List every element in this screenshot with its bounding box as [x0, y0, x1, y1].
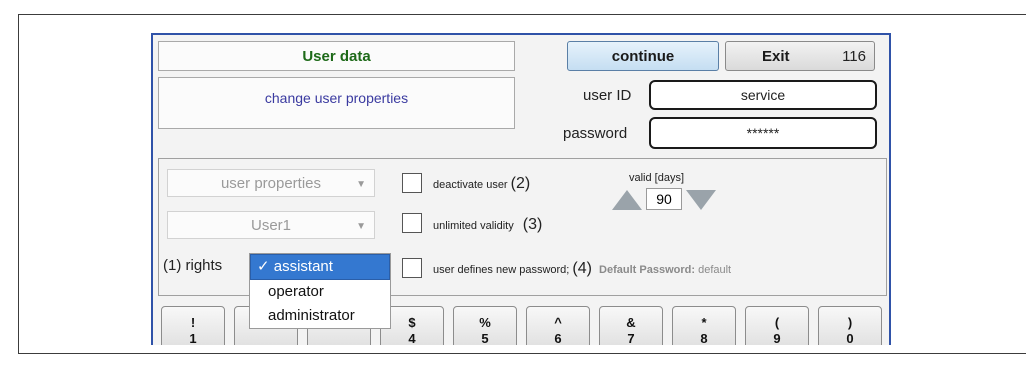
unlimited-validity-text: unlimited validity — [433, 220, 514, 232]
decrease-arrow-icon[interactable] — [686, 190, 716, 210]
rights-dropdown-menu: ✓ assistant operator administrator — [249, 253, 391, 329]
rights-label: (1) rights — [163, 257, 223, 274]
user-id-field[interactable]: service — [649, 80, 877, 110]
chevron-down-icon: ▼ — [356, 221, 366, 232]
rights-option-administrator[interactable]: administrator — [250, 304, 390, 328]
new-password-label: user defines new password; (4) Default P… — [433, 260, 731, 278]
validity-label: valid [days] — [629, 172, 685, 184]
exit-number: 116 — [842, 47, 866, 65]
key-6[interactable]: ^ 6 — [526, 306, 590, 345]
key-5[interactable]: % 5 — [453, 306, 517, 345]
page-subtitle: change user properties — [158, 77, 515, 129]
chevron-down-icon: ▼ — [356, 179, 366, 190]
key-7[interactable]: & 7 — [599, 306, 663, 345]
password-field[interactable]: ****** — [649, 117, 877, 149]
exit-button[interactable]: Exit 116 — [725, 41, 875, 71]
rights-option-operator[interactable]: operator — [250, 280, 390, 304]
page-title: User data — [158, 41, 515, 71]
deactivate-user-number: (2) — [510, 175, 531, 192]
deactivate-user-text: deactivate user — [433, 179, 508, 191]
key-9[interactable]: (9 — [745, 306, 809, 345]
user-data-screen: User data change user properties continu… — [151, 33, 891, 345]
check-icon: ✓ — [257, 258, 270, 275]
deactivate-user-checkbox[interactable] — [402, 173, 422, 193]
rights-option-assistant[interactable]: ✓ assistant — [250, 254, 390, 280]
new-password-number: (4) — [572, 260, 592, 277]
validity-days-field[interactable]: 90 — [646, 188, 682, 210]
new-password-checkbox[interactable] — [402, 258, 422, 278]
user-id-label: user ID — [583, 87, 632, 104]
key-1[interactable]: ! 1 — [161, 306, 225, 345]
key-8[interactable]: * 8 — [672, 306, 736, 345]
unlimited-validity-number: (3) — [522, 216, 543, 233]
unlimited-validity-label: unlimited validity (3) — [433, 216, 542, 234]
user-properties-dropdown[interactable]: user properties ▼ — [167, 169, 375, 197]
exit-label: Exit — [762, 47, 790, 65]
default-password-label: Default Password: — [599, 264, 696, 276]
user-select-value: User1 — [250, 216, 291, 234]
key-0[interactable]: ) 0 — [818, 306, 882, 345]
password-label: password — [563, 125, 628, 142]
default-password-value: default — [698, 264, 732, 276]
increase-arrow-icon[interactable] — [612, 190, 642, 210]
user-select-dropdown[interactable]: User1 ▼ — [167, 211, 375, 239]
continue-button[interactable]: continue — [567, 41, 719, 71]
unlimited-validity-checkbox[interactable] — [402, 213, 422, 233]
user-properties-value: user properties — [220, 174, 322, 192]
deactivate-user-label: deactivate user (2) — [433, 175, 530, 193]
new-password-text: user defines new password; — [433, 264, 570, 276]
